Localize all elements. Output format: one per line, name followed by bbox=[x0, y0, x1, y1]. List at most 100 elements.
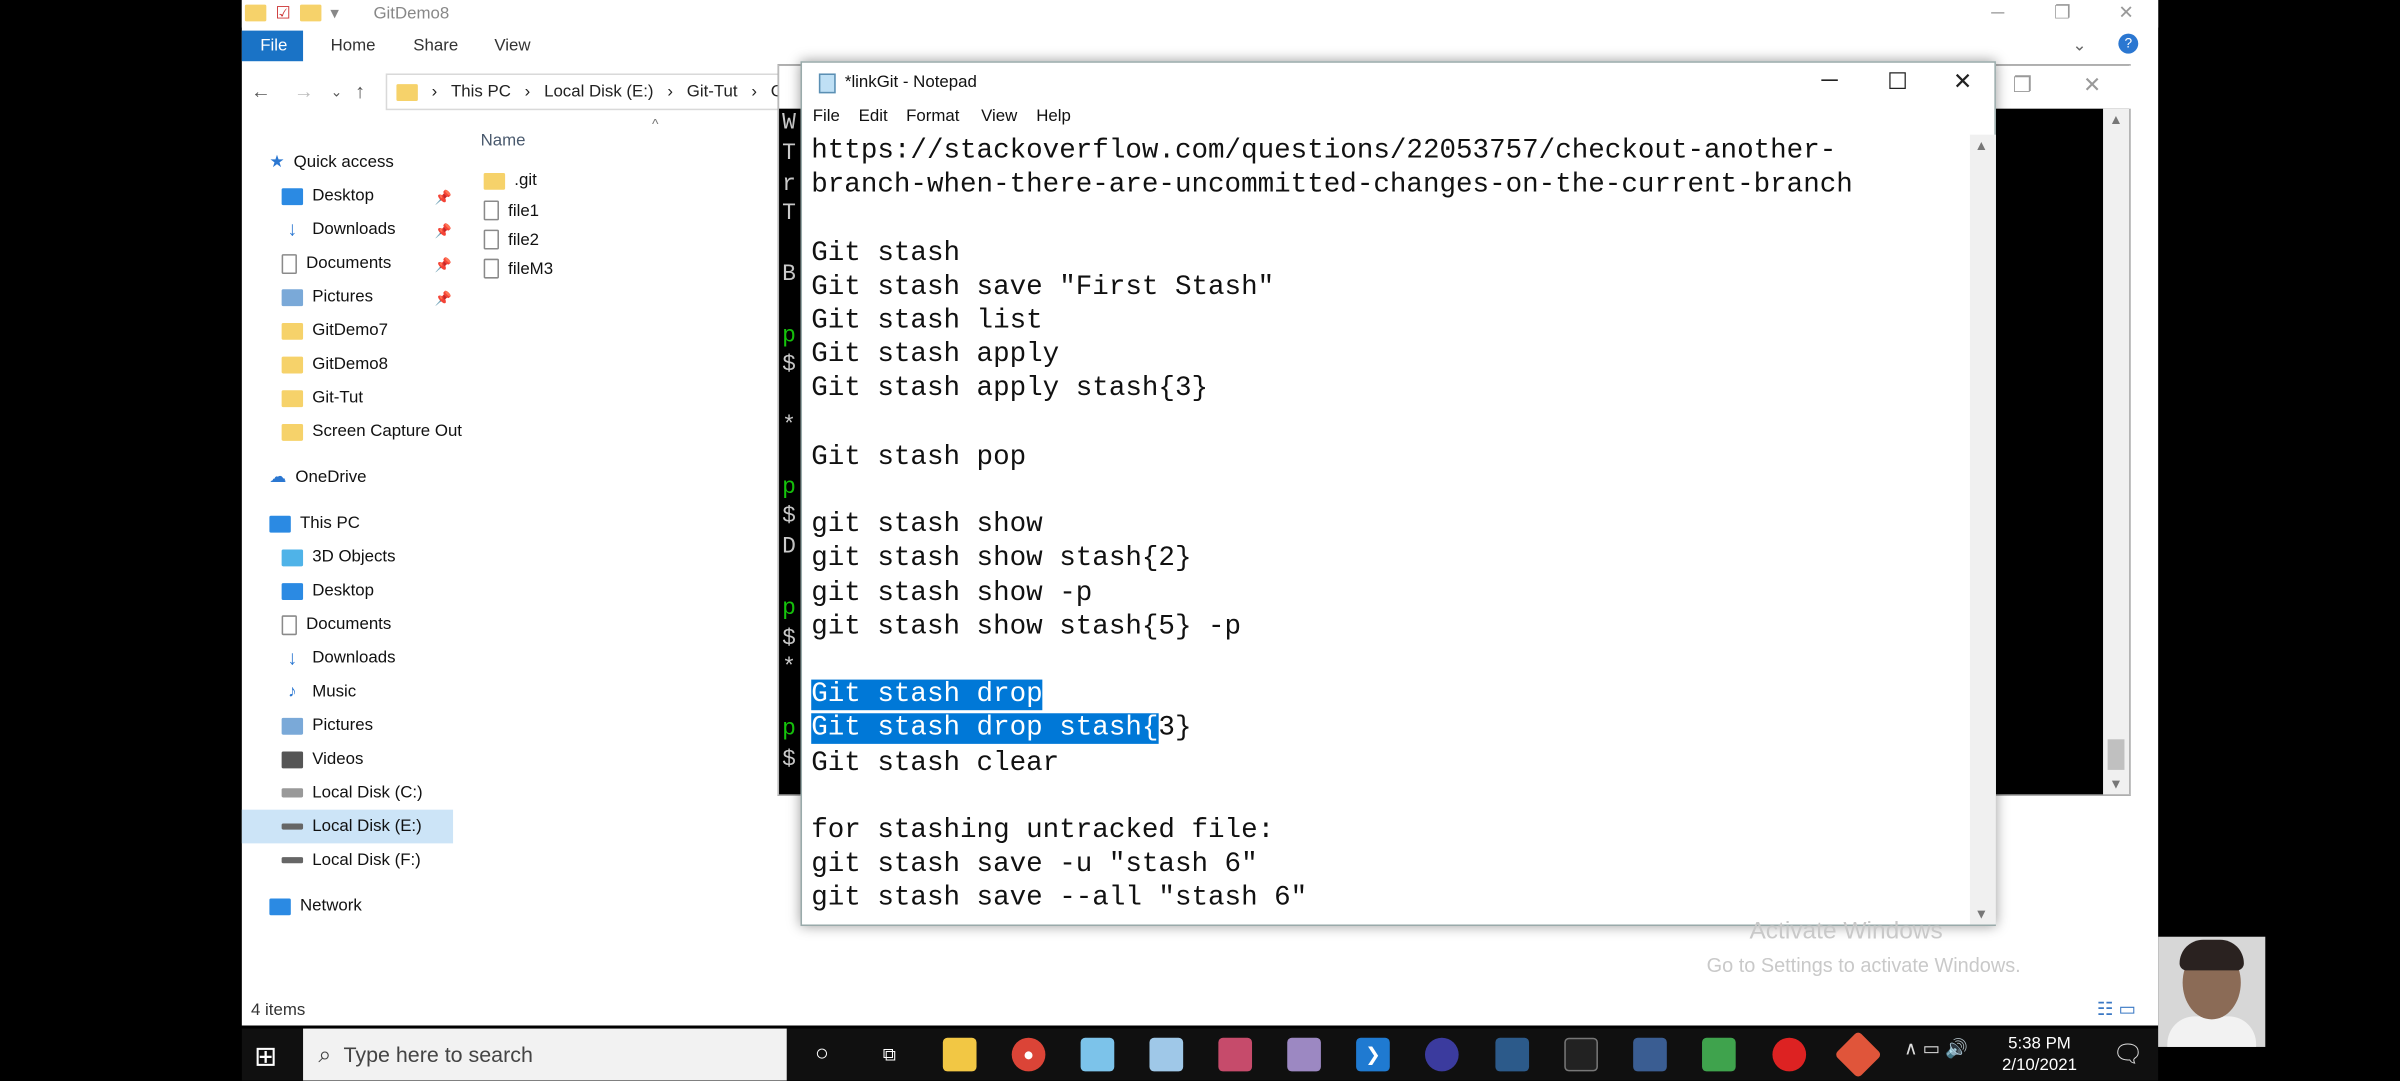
sidebar-item-screen-capture[interactable]: Screen Capture Out bbox=[281, 415, 462, 449]
column-header-name[interactable]: Name bbox=[481, 132, 526, 150]
scroll-thumb[interactable] bbox=[2107, 739, 2125, 770]
file-explorer-icon[interactable] bbox=[942, 1037, 977, 1072]
taskbar-search-box[interactable]: ⌕ Type here to search bbox=[303, 1028, 787, 1081]
notepad-icon[interactable] bbox=[1080, 1037, 1115, 1072]
restore-icon[interactable]: ❐ bbox=[2013, 72, 2032, 98]
sidebar-item-disk-f[interactable]: Local Disk (F:) bbox=[281, 843, 421, 877]
sidebar-item-gitdemo7[interactable]: GitDemo7 bbox=[281, 314, 388, 348]
quick-access-toolbar: ☑ ▾ bbox=[244, 3, 339, 23]
cortana-icon[interactable]: ○ bbox=[805, 1038, 839, 1072]
sidebar-item-label: 3D Objects bbox=[312, 547, 396, 567]
sidebar-item-label: Local Disk (C:) bbox=[312, 783, 423, 803]
menu-file[interactable]: File bbox=[813, 107, 840, 125]
webcam-overlay bbox=[2158, 936, 2266, 1047]
maximize-icon[interactable]: ☐ bbox=[1887, 67, 1908, 95]
eclipse-icon[interactable] bbox=[1424, 1037, 1459, 1072]
system-tray[interactable]: ∧ ▭ 🔊 bbox=[1904, 1038, 1968, 1059]
cmd-scrollbar[interactable]: ▲ ▼ bbox=[2103, 108, 2130, 795]
menu-format[interactable]: Format bbox=[906, 107, 959, 125]
sidebar-item-this-pc[interactable]: This PC bbox=[269, 507, 360, 541]
new-folder-icon[interactable] bbox=[299, 4, 322, 22]
sidebar-item-downloads[interactable]: ↓ Downloads bbox=[282, 213, 395, 247]
sidebar-item-music[interactable]: ♪ Music bbox=[282, 675, 356, 709]
forward-icon[interactable]: → bbox=[294, 80, 314, 103]
task-view-icon[interactable]: ⧉ bbox=[872, 1038, 906, 1072]
sidebar-item-onedrive[interactable]: ☁ OneDrive bbox=[269, 461, 366, 495]
close-icon[interactable]: ✕ bbox=[1953, 67, 1972, 95]
sidebar-item-documents-2[interactable]: Documents bbox=[281, 608, 392, 642]
notepad-line: Git stash drop stash{3} bbox=[811, 712, 1192, 746]
scroll-down-icon[interactable]: ▼ bbox=[1974, 906, 1988, 921]
sidebar-item-downloads-2[interactable]: ↓ Downloads bbox=[282, 641, 395, 675]
chevron-down-icon[interactable]: ▾ bbox=[330, 3, 338, 23]
close-icon[interactable]: ✕ bbox=[2083, 72, 2101, 98]
sidebar-item-quick-access[interactable]: ★ Quick access bbox=[269, 145, 393, 179]
breadcrumb-git-tut[interactable]: Git-Tut bbox=[687, 83, 738, 101]
camtasia-icon[interactable] bbox=[1702, 1037, 1736, 1072]
screenshot-icon[interactable] bbox=[1633, 1037, 1667, 1072]
sidebar-item-disk-e[interactable]: Local Disk (E:) bbox=[241, 809, 454, 844]
recorder-icon[interactable] bbox=[1772, 1037, 1807, 1072]
sidebar-item-network[interactable]: Network bbox=[269, 889, 362, 923]
music-icon: ♪ bbox=[288, 682, 297, 702]
breadcrumb-separator-icon: › bbox=[667, 82, 673, 102]
properties-icon[interactable]: ☑ bbox=[276, 3, 291, 23]
vscode-icon[interactable]: ❯ bbox=[1356, 1037, 1390, 1072]
up-icon[interactable]: ↑ bbox=[355, 80, 365, 103]
menu-help[interactable]: Help bbox=[1036, 107, 1071, 125]
sidebar-item-label: Git-Tut bbox=[312, 388, 364, 408]
scroll-down-icon[interactable]: ▼ bbox=[2109, 776, 2123, 791]
sidebar-item-desktop[interactable]: Desktop bbox=[281, 179, 374, 213]
sidebar-item-pictures[interactable]: Pictures bbox=[281, 280, 373, 314]
sidebar-item-videos[interactable]: Videos bbox=[281, 742, 363, 776]
windows-start-icon[interactable]: ⊞ bbox=[254, 1041, 277, 1073]
folder-icon bbox=[281, 355, 304, 373]
tab-home[interactable]: Home bbox=[331, 37, 376, 55]
sidebar-item-documents[interactable]: Documents bbox=[281, 246, 391, 280]
clock[interactable]: 5:38 PM 2/10/2021 bbox=[2002, 1033, 2077, 1076]
tab-view[interactable]: View bbox=[494, 37, 530, 55]
breadcrumb-disk-e[interactable]: Local Disk (E:) bbox=[544, 83, 653, 101]
git-icon[interactable] bbox=[1834, 1030, 1882, 1079]
documents-icon bbox=[281, 253, 297, 274]
mysql-icon[interactable] bbox=[1495, 1037, 1530, 1072]
tab-file[interactable]: File bbox=[241, 30, 304, 62]
minimize-icon[interactable]: ─ bbox=[1991, 2, 2004, 23]
details-view-icon[interactable]: ☷ ▭ bbox=[2097, 998, 2136, 1019]
notification-icon[interactable]: 🗨 bbox=[2112, 1039, 2143, 1070]
breadcrumb[interactable]: › This PC › Local Disk (E:) › Git-Tut › … bbox=[385, 73, 845, 111]
notepad-line: https://stackoverflow.com/questions/2205… bbox=[811, 136, 1837, 167]
sidebar-item-label: Documents bbox=[306, 615, 392, 634]
pdf-icon[interactable] bbox=[1218, 1037, 1253, 1072]
notepad-scrollbar[interactable]: ▲ ▼ bbox=[1969, 134, 1996, 925]
restore-icon[interactable]: ❐ bbox=[2054, 2, 2070, 23]
sidebar-item-pictures-2[interactable]: Pictures bbox=[281, 709, 373, 743]
menu-view[interactable]: View bbox=[981, 107, 1017, 125]
list-item[interactable]: file2 bbox=[483, 229, 539, 250]
chrome-icon[interactable]: ● bbox=[1011, 1037, 1046, 1072]
back-icon[interactable]: ← bbox=[251, 80, 271, 103]
photos-icon[interactable] bbox=[1287, 1037, 1321, 1072]
list-item[interactable]: fileM3 bbox=[483, 258, 553, 279]
sidebar-item-gitdemo8[interactable]: GitDemo8 bbox=[281, 347, 388, 381]
cmd-icon[interactable] bbox=[1564, 1037, 1598, 1072]
close-icon[interactable]: ✕ bbox=[2118, 2, 2133, 23]
tab-share[interactable]: Share bbox=[413, 37, 458, 55]
scroll-up-icon[interactable]: ▲ bbox=[2109, 112, 2123, 127]
minimize-icon[interactable]: ─ bbox=[1821, 67, 1837, 93]
list-item[interactable]: file1 bbox=[483, 200, 539, 221]
expand-ribbon-icon[interactable]: ⌄ bbox=[2072, 35, 2086, 55]
notepad-text-area[interactable]: https://stackoverflow.com/questions/2205… bbox=[802, 135, 1968, 925]
sidebar-item-3d-objects[interactable]: 3D Objects bbox=[281, 540, 396, 574]
sidebar-item-git-tut[interactable]: Git-Tut bbox=[281, 381, 364, 415]
folder-icon[interactable] bbox=[244, 4, 267, 22]
sidebar-item-desktop-2[interactable]: Desktop bbox=[281, 574, 374, 608]
help-icon[interactable]: ? bbox=[2118, 33, 2139, 54]
recent-locations-icon[interactable]: ⌄ bbox=[331, 84, 343, 101]
paint-icon[interactable] bbox=[1149, 1037, 1184, 1072]
scroll-up-icon[interactable]: ▲ bbox=[1974, 138, 1988, 153]
list-item[interactable]: .git bbox=[483, 171, 537, 190]
breadcrumb-this-pc[interactable]: This PC bbox=[451, 83, 511, 101]
sidebar-item-disk-c[interactable]: Local Disk (C:) bbox=[281, 776, 423, 810]
menu-edit[interactable]: Edit bbox=[859, 107, 888, 125]
